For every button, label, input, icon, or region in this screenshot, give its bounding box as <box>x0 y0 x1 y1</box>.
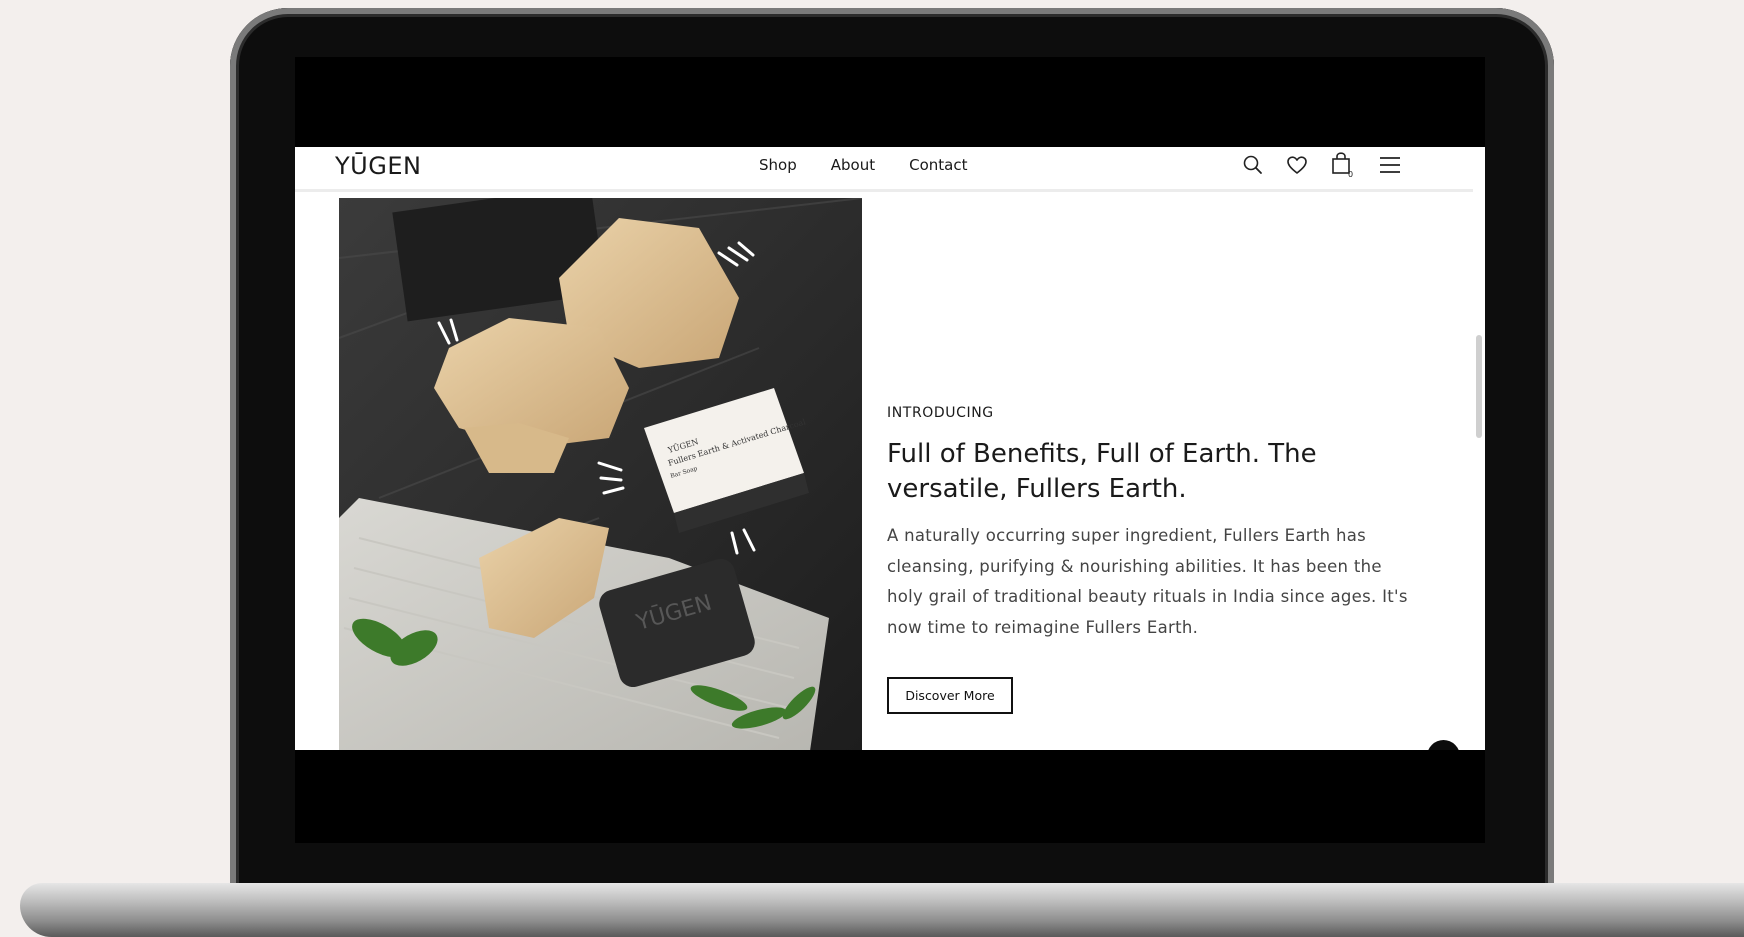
hamburger-menu-icon[interactable] <box>1378 152 1402 182</box>
laptop-screen: YŪGEN Shop About Contact 0 YŪGEN Fullers… <box>295 57 1485 843</box>
section-eyebrow: INTRODUCING <box>887 405 994 421</box>
page-scrollbar[interactable] <box>1476 335 1482 438</box>
laptop-base <box>20 883 1744 937</box>
nav-link-about[interactable]: About <box>831 156 875 174</box>
discover-more-button[interactable]: Discover More <box>887 677 1013 714</box>
top-navigation: YŪGEN Shop About Contact 0 <box>295 147 1473 192</box>
main-menu: Shop About Contact <box>759 156 967 174</box>
search-icon[interactable] <box>1242 152 1264 182</box>
hero-description: A naturally occurring super ingredient, … <box>887 526 1408 637</box>
brand-logo[interactable]: YŪGEN <box>335 152 421 180</box>
cart-count-badge: 0 <box>1348 170 1354 179</box>
back-to-top-button[interactable] <box>1427 740 1460 750</box>
nav-link-shop[interactable]: Shop <box>759 156 797 174</box>
wishlist-heart-icon[interactable] <box>1286 152 1308 182</box>
web-page: YŪGEN Shop About Contact 0 YŪGEN Fullers… <box>295 147 1485 750</box>
chevron-up-icon <box>1438 749 1450 750</box>
hero-product-image: YŪGEN Fullers Earth & Activated Charcoal… <box>339 198 862 750</box>
shopping-bag-icon[interactable]: 0 <box>1330 151 1354 183</box>
hero-headline: Full of Benefits, Full of Earth. The ver… <box>887 439 1317 504</box>
nav-link-contact[interactable]: Contact <box>909 156 967 174</box>
header-icons: 0 <box>1242 151 1402 183</box>
